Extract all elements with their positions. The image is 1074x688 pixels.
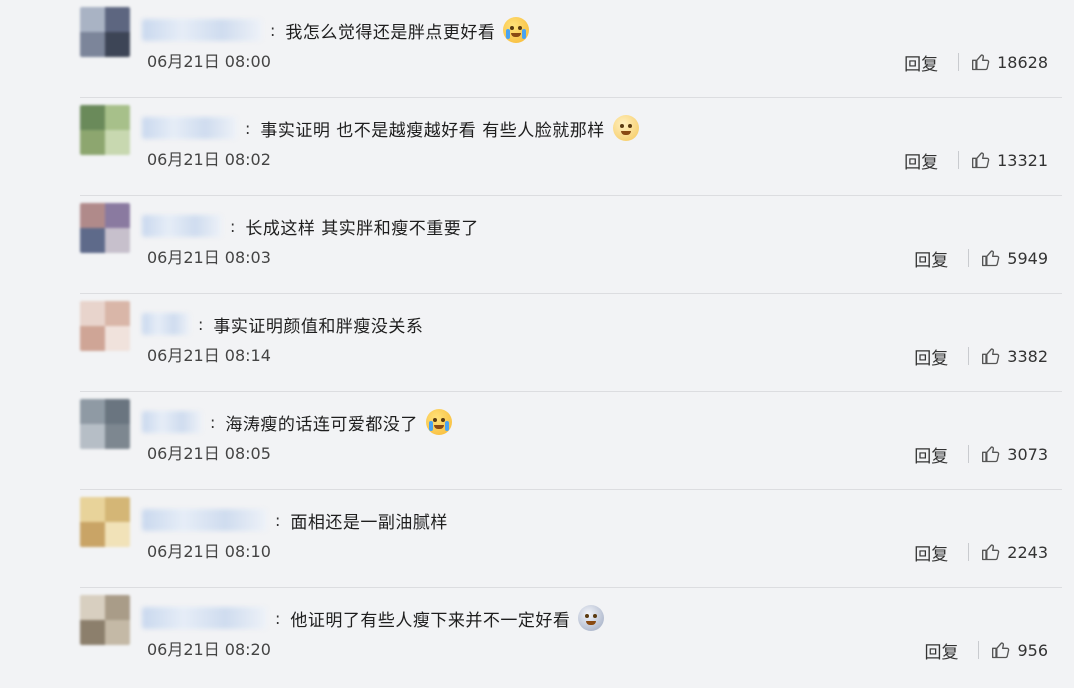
username[interactable]: █████████ xyxy=(142,607,267,629)
like-count: 13321 xyxy=(997,150,1048,170)
colon: : xyxy=(275,608,281,628)
thumbs-up-icon[interactable] xyxy=(981,542,1001,562)
avatar[interactable] xyxy=(80,105,130,155)
divider xyxy=(968,347,970,365)
thumbs-up-icon[interactable] xyxy=(971,52,991,72)
comment-timestamp: 06月21日 08:10 xyxy=(147,542,271,561)
like-count: 3382 xyxy=(1007,346,1048,366)
reply-button[interactable]: 回复 xyxy=(924,638,958,663)
username[interactable]: ██████ xyxy=(142,215,222,237)
like-count: 956 xyxy=(1017,640,1048,660)
avatar[interactable] xyxy=(80,595,130,645)
thumbs-up-icon[interactable] xyxy=(991,640,1011,660)
comment-text: 面相还是一副油腻样 xyxy=(290,512,448,533)
username[interactable]: ████████ xyxy=(142,19,262,41)
like-count: 3073 xyxy=(1007,444,1048,464)
dog-emoji-icon xyxy=(612,115,639,141)
comment-actions: 回复 2243 xyxy=(914,540,1048,565)
divider xyxy=(968,249,970,267)
avatar[interactable] xyxy=(80,203,130,253)
comment-text: 我怎么觉得还是胖点更好看 xyxy=(285,22,496,43)
avatar[interactable] xyxy=(80,7,130,57)
comment-text: 长成这样 其实胖和瘦不重要了 xyxy=(245,218,479,239)
comment-timestamp: 06月21日 08:20 xyxy=(147,640,271,659)
username[interactable]: ████ xyxy=(142,313,190,335)
comment-item: █████ : 海涛瘦的话连可爱都没了 06月21日 08:05 回复 3073 xyxy=(0,392,1074,490)
comment-text: 海涛瘦的话连可爱都没了 xyxy=(225,414,418,435)
reply-button[interactable]: 回复 xyxy=(914,246,948,271)
colon: : xyxy=(275,510,281,530)
comment-actions: 回复 956 xyxy=(924,638,1048,663)
comment-item: █████████ : 面相还是一副油腻样 06月21日 08:10 回复 22… xyxy=(0,490,1074,588)
thumbs-up-icon[interactable] xyxy=(981,346,1001,366)
comment-actions: 回复 3382 xyxy=(914,344,1048,369)
avatar[interactable] xyxy=(80,399,130,449)
comment-timestamp: 06月21日 08:14 xyxy=(147,346,271,365)
comment-actions: 回复 5949 xyxy=(914,246,1048,271)
reply-button[interactable]: 回复 xyxy=(914,442,948,467)
comment-text: 他证明了有些人瘦下来并不一定好看 xyxy=(290,610,571,631)
comment-actions: 回复 18628 xyxy=(904,50,1048,75)
thumbs-up-icon[interactable] xyxy=(981,248,1001,268)
comment-timestamp: 06月21日 08:05 xyxy=(147,444,271,463)
colon: : xyxy=(245,118,251,138)
divider xyxy=(968,543,970,561)
username[interactable]: ██████ xyxy=(142,117,237,139)
thumbs-up-icon[interactable] xyxy=(981,444,1001,464)
comment-item: █████████ : 他证明了有些人瘦下来并不一定好看 06月21日 08:2… xyxy=(0,588,1074,686)
sob-emoji-icon xyxy=(425,409,452,435)
reply-button[interactable]: 回复 xyxy=(904,148,938,173)
colon: : xyxy=(198,314,204,334)
reply-button[interactable]: 回复 xyxy=(904,50,938,75)
like-count: 18628 xyxy=(997,52,1048,72)
divider xyxy=(958,53,960,71)
comment-item: ██████ : 长成这样 其实胖和瘦不重要了 06月21日 08:03 回复 … xyxy=(0,196,1074,294)
ghost-emoji-icon xyxy=(578,605,605,631)
comment-item: ████ : 事实证明颜值和胖瘦没关系 06月21日 08:14 回复 3382 xyxy=(0,294,1074,392)
avatar[interactable] xyxy=(80,497,130,547)
colon: : xyxy=(210,412,216,432)
comment-item: ████████ : 我怎么觉得还是胖点更好看 06月21日 08:00 回复 … xyxy=(0,0,1074,98)
thumbs-up-icon[interactable] xyxy=(971,150,991,170)
divider xyxy=(968,445,970,463)
like-count: 2243 xyxy=(1007,542,1048,562)
colon: : xyxy=(230,216,236,236)
comment-text: 事实证明 也不是越瘦越好看 有些人脸就那样 xyxy=(260,120,605,141)
divider xyxy=(958,151,960,169)
colon: : xyxy=(270,20,276,40)
reply-button[interactable]: 回复 xyxy=(914,540,948,565)
comment-list: ████████ : 我怎么觉得还是胖点更好看 06月21日 08:00 回复 … xyxy=(0,0,1074,688)
cry-laugh-emoji-icon xyxy=(503,17,530,43)
comment-text: 事实证明颜值和胖瘦没关系 xyxy=(213,316,424,337)
comment-timestamp: 06月21日 08:02 xyxy=(147,150,271,169)
comment-actions: 回复 3073 xyxy=(914,442,1048,467)
comment-timestamp: 06月21日 08:03 xyxy=(147,248,271,267)
divider xyxy=(978,641,980,659)
comment-actions: 回复 13321 xyxy=(904,148,1048,173)
username[interactable]: █████████ xyxy=(142,509,267,531)
comment-timestamp: 06月21日 08:00 xyxy=(147,52,271,71)
username[interactable]: █████ xyxy=(142,411,202,433)
avatar[interactable] xyxy=(80,301,130,351)
like-count: 5949 xyxy=(1007,248,1048,268)
comment-item: ██████ : 事实证明 也不是越瘦越好看 有些人脸就那样 06月21日 08… xyxy=(0,98,1074,196)
reply-button[interactable]: 回复 xyxy=(914,344,948,369)
